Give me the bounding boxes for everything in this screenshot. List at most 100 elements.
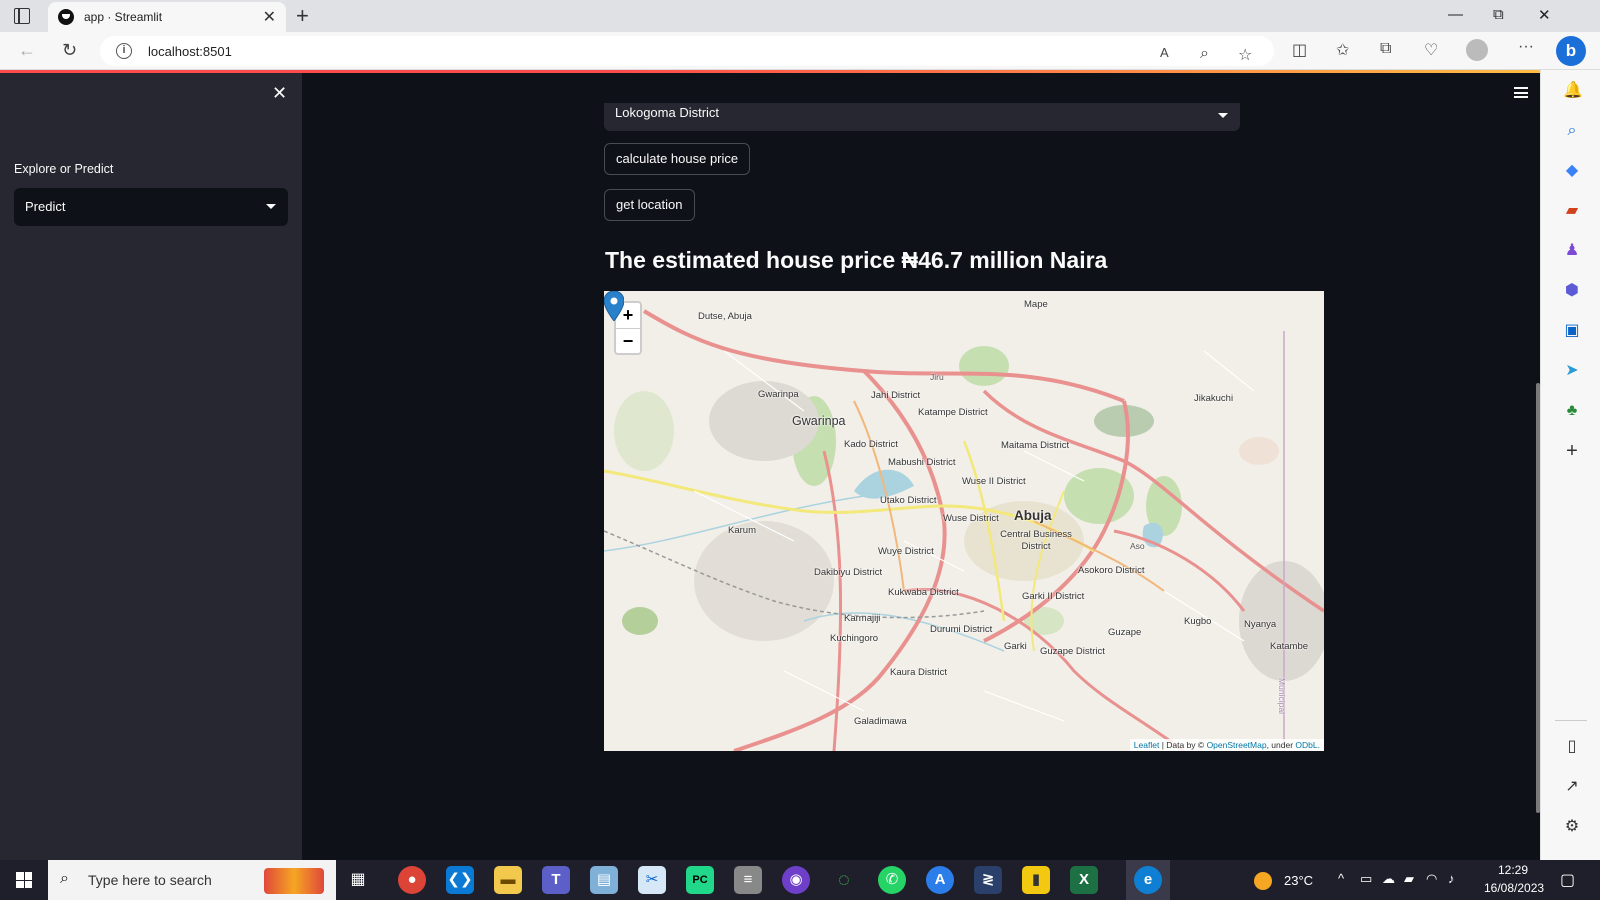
drop-icon[interactable]: ➤ bbox=[1563, 362, 1581, 380]
map-attribution: Leaflet | Data by © OpenStreetMap, under… bbox=[1129, 739, 1324, 751]
clock-time[interactable]: 12:29 bbox=[1498, 863, 1528, 877]
split-screen-icon[interactable]: ◫ bbox=[1292, 40, 1307, 60]
estimated-price-heading: The estimated house price ₦46.7 million … bbox=[605, 247, 1108, 273]
sidebar-toggle-icon[interactable]: ▯ bbox=[1563, 738, 1581, 756]
map-place-label: Galadimawa bbox=[854, 716, 907, 727]
terminal-icon[interactable]: ≷ bbox=[974, 866, 1002, 894]
map-place-label: Aso bbox=[1130, 541, 1145, 551]
streamlit-favicon-icon bbox=[58, 9, 74, 25]
zoom-out-button[interactable]: − bbox=[616, 328, 640, 353]
map-place-label: Kado District bbox=[844, 439, 898, 450]
snipping-tool-icon[interactable]: ✂ bbox=[638, 866, 666, 894]
location-marker-icon[interactable] bbox=[604, 291, 624, 321]
leaflet-link[interactable]: Leaflet bbox=[1134, 740, 1160, 750]
chrome-icon[interactable]: ● bbox=[398, 866, 426, 894]
close-sidebar-icon[interactable]: ✕ bbox=[272, 83, 287, 104]
app-store-icon[interactable]: A bbox=[926, 866, 954, 894]
scrollbar[interactable] bbox=[1536, 383, 1540, 813]
map-place-label: Durumi District bbox=[930, 624, 993, 635]
clock-date[interactable]: 16/08/2023 bbox=[1484, 881, 1544, 895]
close-window-button[interactable]: ✕ bbox=[1538, 6, 1551, 24]
games-icon[interactable]: ♟ bbox=[1563, 242, 1581, 260]
map-place-label: Garki bbox=[1004, 641, 1027, 652]
volume-icon[interactable]: ♪ bbox=[1448, 871, 1455, 886]
microsoft-365-icon[interactable]: ⬢ bbox=[1563, 282, 1581, 300]
settings-gear-icon[interactable]: ⚙ bbox=[1563, 818, 1581, 836]
notification-icon[interactable]: ▢ bbox=[1560, 870, 1575, 890]
vscode-icon[interactable]: ❮❯ bbox=[446, 866, 474, 894]
windows-start-icon[interactable] bbox=[16, 872, 32, 888]
tree-icon[interactable]: ♣ bbox=[1563, 402, 1581, 420]
tab-title: app · Streamlit bbox=[84, 10, 163, 24]
url-field[interactable]: i localhost:8501 A ⌕ ☆ bbox=[100, 36, 1274, 66]
close-tab-icon[interactable]: ✕ bbox=[263, 7, 276, 27]
collections-icon[interactable]: ⧉ bbox=[1380, 40, 1391, 58]
favorite-star-icon[interactable]: ☆ bbox=[1238, 45, 1252, 65]
tab-actions-icon[interactable] bbox=[14, 8, 30, 24]
back-icon[interactable]: ← bbox=[18, 40, 36, 61]
chevron-up-icon[interactable]: ^ bbox=[1338, 871, 1344, 886]
windows-taskbar: ⌕ Type here to search ▦ ● ❮❯ ▬ T ▤ ✂ PC … bbox=[0, 860, 1600, 900]
map-place-label: Dakibiyu District bbox=[814, 567, 883, 578]
shopping-tag-icon[interactable]: ◆ bbox=[1563, 162, 1581, 180]
task-view-icon[interactable]: ▦ bbox=[344, 866, 372, 894]
browser-essentials-icon[interactable]: ♡ bbox=[1424, 40, 1438, 60]
file-explorer-icon[interactable]: ▬ bbox=[494, 866, 522, 894]
database-icon[interactable]: ≡ bbox=[734, 866, 762, 894]
map-place-label: Maitama District bbox=[1001, 440, 1070, 451]
odbl-link[interactable]: ODbL. bbox=[1295, 740, 1320, 750]
bing-copilot-icon[interactable]: b bbox=[1556, 36, 1586, 66]
zoom-icon[interactable]: ⌕ bbox=[1200, 45, 1209, 63]
github-desktop-icon[interactable]: ◉ bbox=[782, 866, 810, 894]
address-bar: ← ↻ i localhost:8501 A ⌕ ☆ ◫ ✩ ⧉ ♡ ··· bbox=[0, 32, 1600, 70]
leaflet-map[interactable]: + − Mape Dutse, Abuja Jiru Gwarinpa Jahi… bbox=[604, 291, 1324, 751]
info-icon[interactable]: i bbox=[116, 43, 132, 59]
bell-icon[interactable]: 🔔 bbox=[1563, 82, 1583, 100]
pycharm-icon[interactable]: PC bbox=[686, 866, 714, 894]
temperature[interactable]: 23°C bbox=[1284, 873, 1313, 888]
open-external-icon[interactable]: ↗ bbox=[1563, 778, 1581, 796]
minimize-button[interactable]: — bbox=[1448, 6, 1463, 23]
search-icon: ⌕ bbox=[60, 870, 69, 887]
favorites-icon[interactable]: ✩ bbox=[1336, 40, 1349, 60]
more-menu-icon[interactable]: ··· bbox=[1518, 38, 1534, 56]
browser-tab-bar: app · Streamlit ✕ + — ⧉ ✕ bbox=[0, 0, 1600, 32]
new-tab-button[interactable]: + bbox=[296, 3, 309, 29]
profile-avatar[interactable] bbox=[1466, 39, 1488, 61]
restore-button[interactable]: ⧉ bbox=[1493, 6, 1504, 23]
browser-tab[interactable]: app · Streamlit ✕ bbox=[48, 2, 286, 32]
mode-select[interactable]: Predict bbox=[14, 188, 288, 226]
meet-icon[interactable]: ▭ bbox=[1360, 871, 1372, 887]
calculate-house-price-button[interactable]: calculate house price bbox=[604, 143, 751, 175]
whatsapp-icon[interactable]: ✆ bbox=[878, 866, 906, 894]
onedrive-cloud-icon[interactable]: ☁ bbox=[1382, 871, 1395, 887]
taskbar-search-input[interactable]: ⌕ Type here to search bbox=[48, 860, 336, 900]
map-place-label: Gwarinpa bbox=[758, 389, 799, 400]
district-select[interactable]: Lokogoma District bbox=[604, 103, 1240, 131]
edge-icon[interactable]: e bbox=[1134, 866, 1162, 894]
outlook-icon[interactable]: ▣ bbox=[1563, 322, 1581, 340]
add-icon[interactable]: + bbox=[1563, 441, 1581, 461]
district-select-value: Lokogoma District bbox=[615, 105, 720, 120]
wifi-icon[interactable]: ◠ bbox=[1426, 871, 1437, 887]
tools-icon[interactable]: ▰ bbox=[1563, 202, 1581, 220]
search-placeholder: Type here to search bbox=[88, 872, 212, 888]
loader-icon[interactable]: ◌ bbox=[830, 866, 858, 894]
map-place-label: Karmajiji bbox=[844, 613, 881, 624]
weather-sun-icon[interactable] bbox=[1254, 872, 1272, 890]
teams-icon[interactable]: T bbox=[542, 866, 570, 894]
get-location-button[interactable]: get location bbox=[604, 189, 695, 221]
read-aloud-icon[interactable]: A bbox=[1160, 45, 1169, 60]
refresh-icon[interactable]: ↻ bbox=[62, 40, 77, 61]
battery-icon[interactable]: ▰ bbox=[1404, 871, 1414, 887]
map-place-label: Kuchingoro bbox=[830, 633, 879, 644]
excel-icon[interactable]: X bbox=[1070, 866, 1098, 894]
openstreetmap-link[interactable]: OpenStreetMap bbox=[1207, 740, 1267, 750]
power-bi-icon[interactable]: ▮ bbox=[1022, 866, 1050, 894]
main-content: Lokogoma District calculate house price … bbox=[302, 73, 1540, 860]
url-text: localhost:8501 bbox=[148, 44, 232, 59]
explore-predict-label: Explore or Predict bbox=[14, 162, 114, 176]
main-menu-icon[interactable] bbox=[1514, 87, 1528, 98]
search-icon[interactable]: ⌕ bbox=[1563, 122, 1581, 140]
notepad-icon[interactable]: ▤ bbox=[590, 866, 618, 894]
